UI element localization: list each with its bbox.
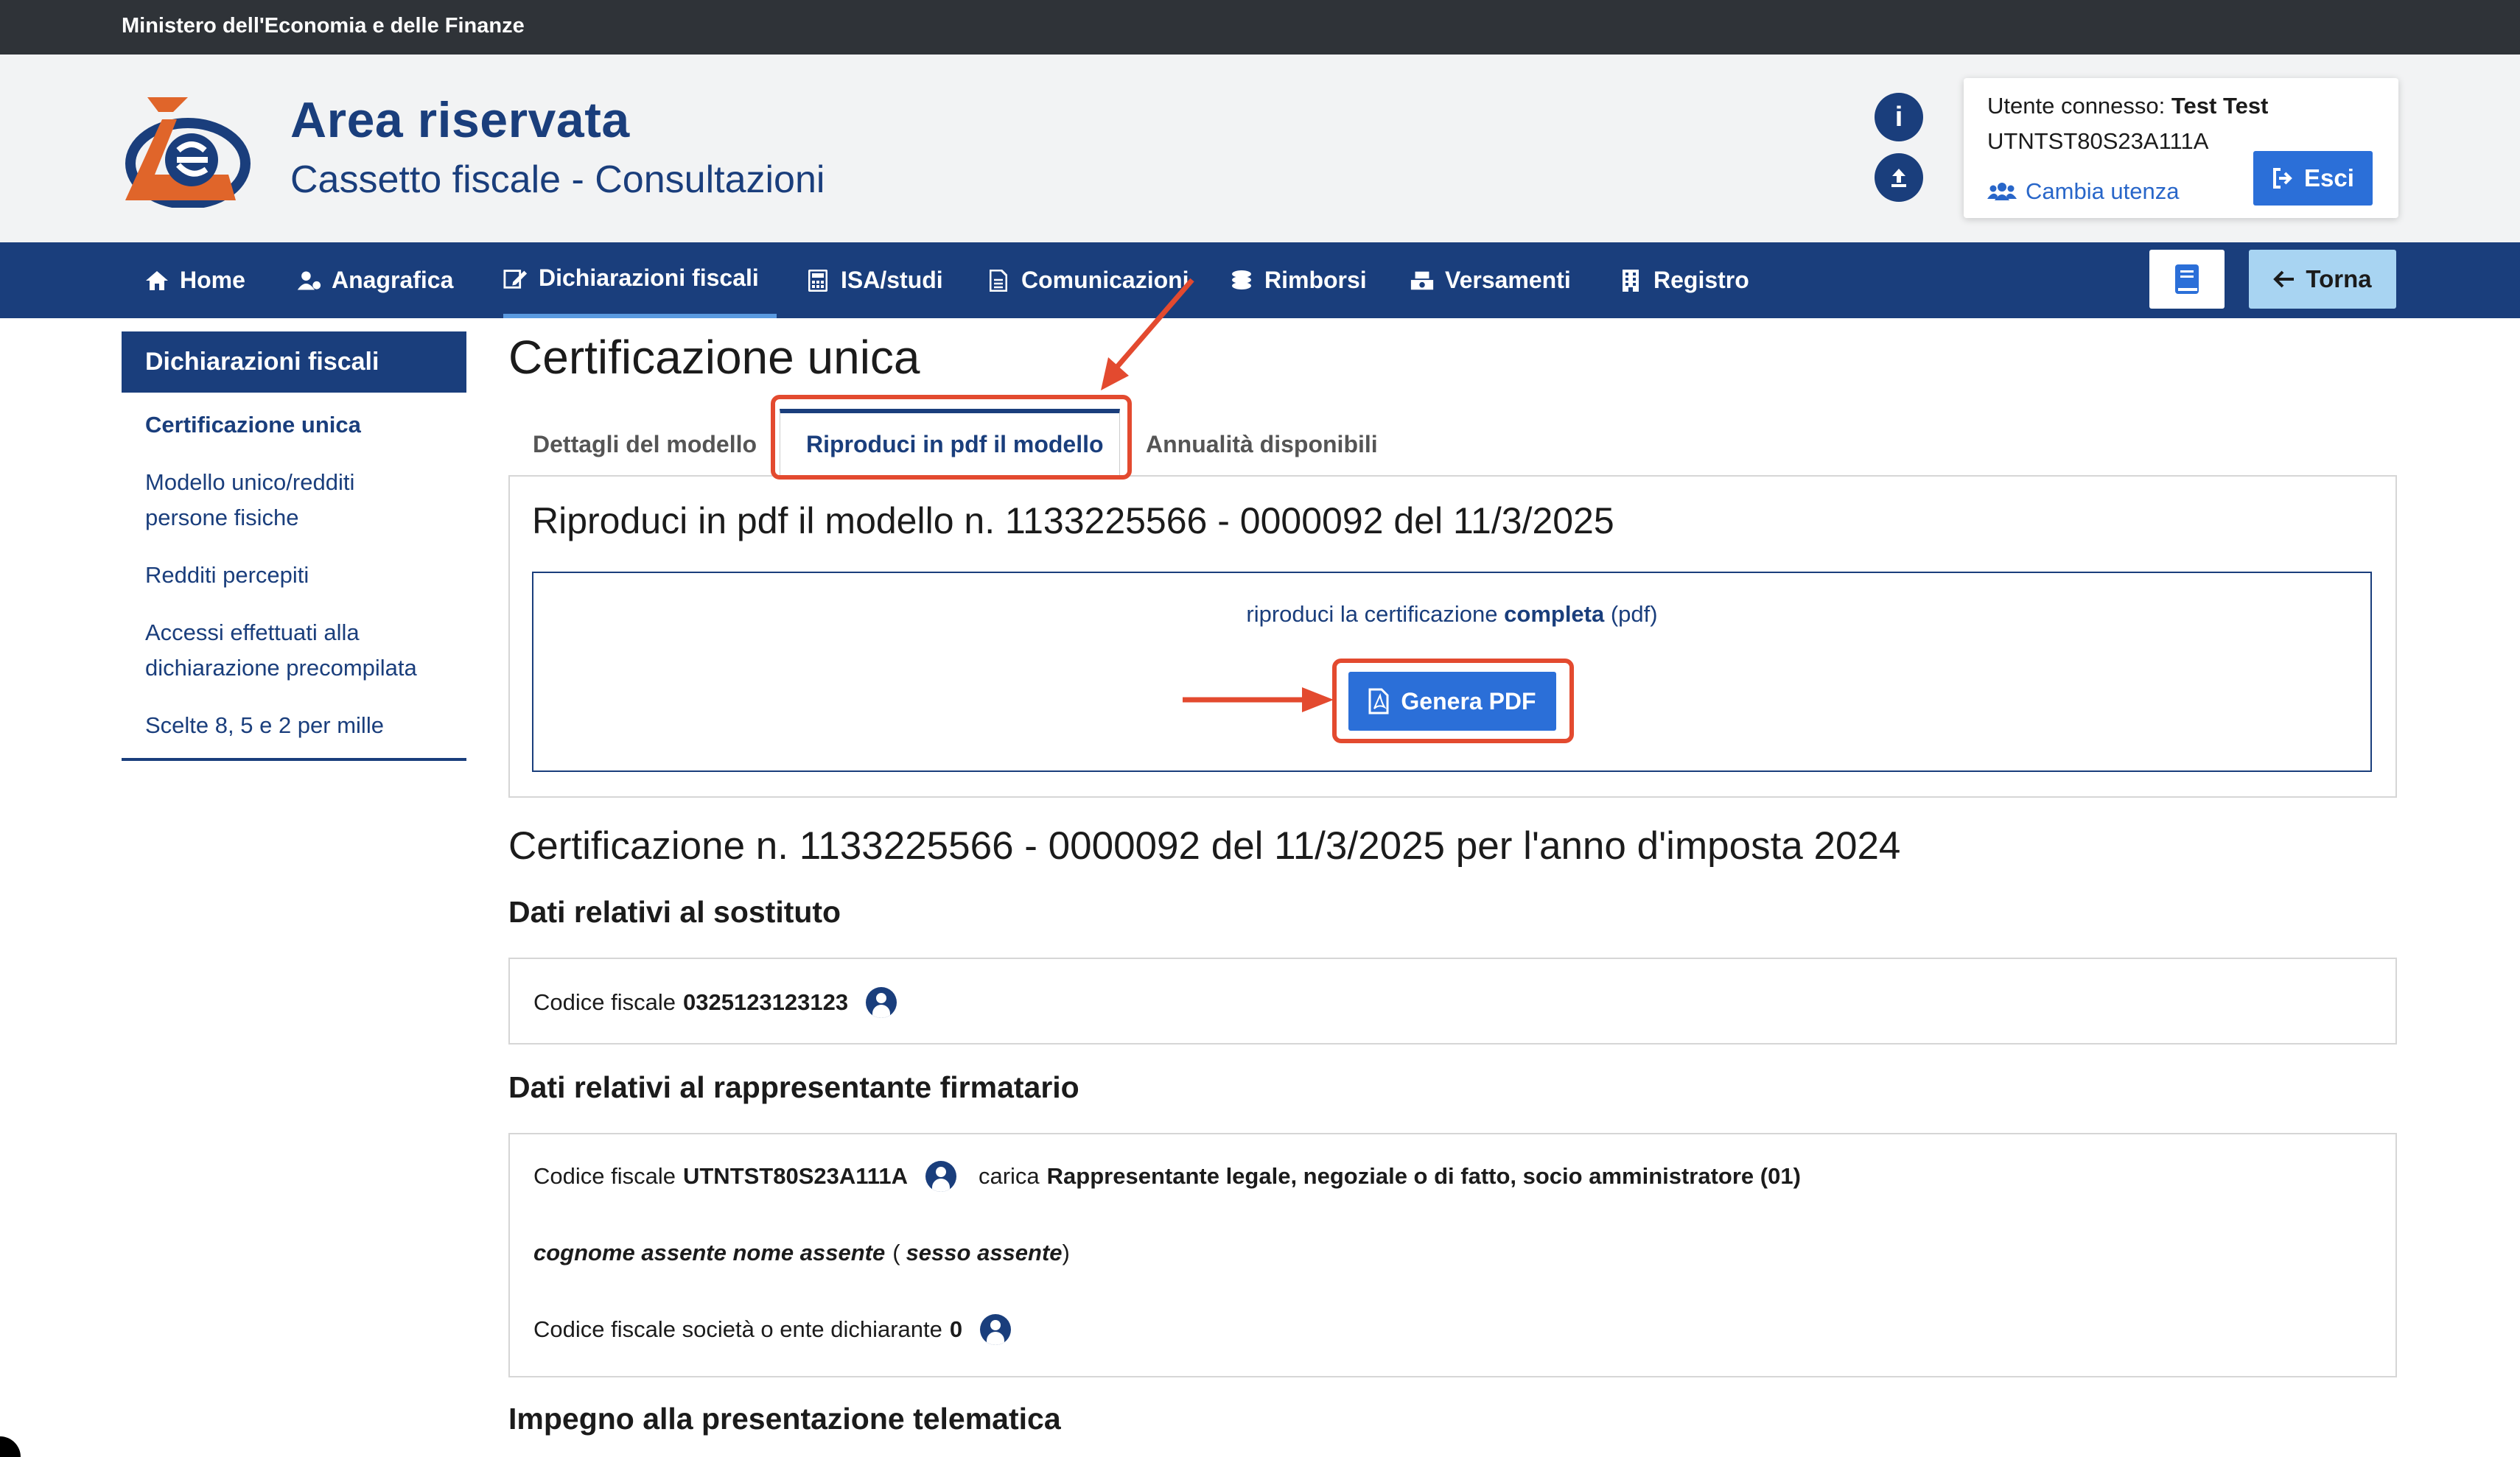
page-title: Area riservata	[290, 92, 630, 148]
nav-rimborsi[interactable]: Rimborsi	[1229, 242, 1367, 318]
nav-anagrafica[interactable]: Anagrafica	[296, 242, 453, 318]
user-circle-icon[interactable]	[925, 1161, 956, 1192]
sostituto-cf-label: Codice fiscale	[533, 989, 676, 1015]
main-navbar: Home Anagrafica Dichiarazioni fiscali IS…	[0, 242, 2520, 318]
users-icon	[1987, 183, 2017, 200]
back-button[interactable]: Torna	[2249, 250, 2396, 309]
societa-cf-row: Codice fiscale società o ente dichiarant…	[533, 1314, 1012, 1345]
carica-value: Rappresentante legale, negoziale o di fa…	[1046, 1163, 1801, 1189]
user-circle-icon[interactable]	[980, 1314, 1012, 1345]
guide-button[interactable]	[2149, 250, 2225, 309]
sidebar-menu: Certificazione unica Modello unico/reddi…	[122, 393, 466, 761]
sidebar-title[interactable]: Dichiarazioni fiscali	[122, 331, 466, 393]
agenzia-entrate-logo[interactable]	[118, 90, 258, 209]
highlight-button-box	[1332, 659, 1574, 743]
edit-icon	[503, 266, 528, 291]
sidebar-item-scelte[interactable]: Scelte 8, 5 e 2 per mille	[122, 708, 466, 761]
sidebar: Dichiarazioni fiscali Certificazione uni…	[122, 331, 466, 761]
nav-isa-label: ISA/studi	[841, 267, 943, 293]
sostituto-cf-row: Codice fiscale 0325123123123	[533, 987, 897, 1018]
book-icon	[2175, 264, 2199, 294]
nav-home[interactable]: Home	[144, 242, 245, 318]
ministry-title: Ministero dell'Economia e delle Finanze	[122, 14, 525, 38]
rappresentante-cf-label: Codice fiscale	[533, 1163, 676, 1189]
rappresentante-sex: sesso assente	[906, 1240, 1063, 1265]
highlight-tab-box	[771, 395, 1132, 480]
pdf-description-bold: completa	[1504, 601, 1605, 627]
nav-isa-studi[interactable]: ISA/studi	[805, 242, 943, 318]
nav-home-label: Home	[180, 267, 245, 293]
societa-cf-label: Codice fiscale società o ente dichiarant…	[533, 1316, 942, 1342]
sidebar-item-accessi[interactable]: Accessi effettuati alla dichiarazione pr…	[122, 615, 466, 686]
rappresentante-box: Codice fiscale UTNTST80S23A111A carica R…	[508, 1133, 2397, 1377]
connected-user-name: Test Test	[2171, 93, 2269, 119]
logout-button[interactable]: Esci	[2253, 151, 2373, 206]
coins-icon	[1229, 268, 1254, 293]
sidebar-item-modello-unico-line1: Modello unico/redditi	[145, 469, 355, 495]
annotation-arrow-down	[1101, 278, 1194, 390]
document-icon	[986, 268, 1011, 293]
switch-user-label: Cambia utenza	[2026, 178, 2180, 204]
sidebar-item-redditi-percepiti[interactable]: Redditi percepiti	[122, 558, 466, 593]
pdf-description-text: riproduci la certificazione	[1246, 601, 1505, 627]
tab-annualita-disponibili[interactable]: Annualità disponibili	[1146, 431, 1378, 458]
impegno-heading: Impegno alla presentazione telematica	[508, 1402, 1061, 1436]
upload-icon[interactable]	[1875, 153, 1923, 202]
cash-icon	[1410, 268, 1435, 293]
window-corner	[0, 1436, 21, 1457]
rappresentante-cf-row: Codice fiscale UTNTST80S23A111A carica R…	[533, 1161, 1801, 1192]
nav-versamenti[interactable]: Versamenti	[1410, 242, 1571, 318]
connected-user: Utente connesso: Test Test	[1987, 93, 2268, 119]
nav-versamenti-label: Versamenti	[1445, 267, 1571, 293]
paren-close: )	[1062, 1240, 1070, 1265]
home-icon	[144, 268, 169, 293]
pdf-description-suffix: (pdf)	[1604, 601, 1658, 627]
carica-label: carica	[978, 1163, 1040, 1189]
user-panel: Utente connesso: Test Test UTNTST80S23A1…	[1964, 78, 2398, 218]
user-code: UTNTST80S23A111A	[1987, 128, 2209, 154]
sostituto-box: Codice fiscale 0325123123123	[508, 958, 2397, 1045]
annotation-arrow-right	[1183, 687, 1334, 712]
nav-registro[interactable]: Registro	[1618, 242, 1749, 318]
ministry-bar: Ministero dell'Economia e delle Finanze	[0, 0, 2520, 55]
nav-anagrafica-label: Anagrafica	[332, 267, 454, 293]
paren-open: (	[892, 1240, 900, 1265]
sign-out-icon	[2273, 168, 2292, 189]
page-subtitle: Cassetto fiscale - Consultazioni	[290, 158, 825, 201]
rappresentante-heading: Dati relativi al rappresentante firmatar…	[508, 1070, 1079, 1104]
header: Area riservata Cassetto fiscale - Consul…	[0, 55, 2520, 242]
tab-dettagli-modello[interactable]: Dettagli del modello	[533, 431, 757, 458]
user-icon	[296, 268, 321, 293]
back-label: Torna	[2306, 265, 2372, 292]
building-icon	[1618, 268, 1643, 293]
pdf-panel-title: Riproduci in pdf il modello n. 113322556…	[532, 500, 1614, 541]
societa-cf-value: 0	[949, 1316, 963, 1342]
rappresentante-name: cognome assente nome assente	[533, 1240, 886, 1265]
arrow-left-icon	[2273, 270, 2295, 288]
sidebar-item-accessi-line1: Accessi effettuati alla	[145, 619, 360, 645]
rappresentante-cf-value: UTNTST80S23A111A	[682, 1163, 908, 1189]
sostituto-heading: Dati relativi al sostituto	[508, 895, 841, 929]
sidebar-item-accessi-line2: dichiarazione precompilata	[145, 655, 417, 681]
sidebar-item-certificazione-unica[interactable]: Certificazione unica	[122, 407, 466, 443]
rappresentante-name-row: cognome assente nome assente ( sesso ass…	[533, 1240, 1070, 1266]
switch-user-link[interactable]: Cambia utenza	[1987, 178, 2180, 205]
section-title: Certificazione unica	[508, 331, 920, 384]
info-icon[interactable]: i	[1875, 93, 1923, 141]
nav-registro-label: Registro	[1653, 267, 1749, 293]
logout-label: Esci	[2304, 164, 2354, 192]
sidebar-item-modello-unico-line2: persone fisiche	[145, 505, 299, 530]
sidebar-item-modello-unico[interactable]: Modello unico/redditi persone fisiche	[122, 465, 466, 536]
pdf-description: riproduci la certificazione completa (pd…	[533, 601, 2370, 628]
calculator-icon	[805, 268, 830, 293]
connected-user-label: Utente connesso:	[1987, 93, 2166, 119]
certification-title: Certificazione n. 1133225566 - 0000092 d…	[508, 824, 1901, 868]
nav-dichiarazioni-fiscali[interactable]: Dichiarazioni fiscali	[503, 242, 777, 318]
nav-dichiarazioni-label: Dichiarazioni fiscali	[539, 264, 759, 291]
sostituto-cf-value: 0325123123123	[682, 989, 849, 1015]
user-circle-icon[interactable]	[866, 987, 897, 1018]
nav-rimborsi-label: Rimborsi	[1264, 267, 1367, 293]
